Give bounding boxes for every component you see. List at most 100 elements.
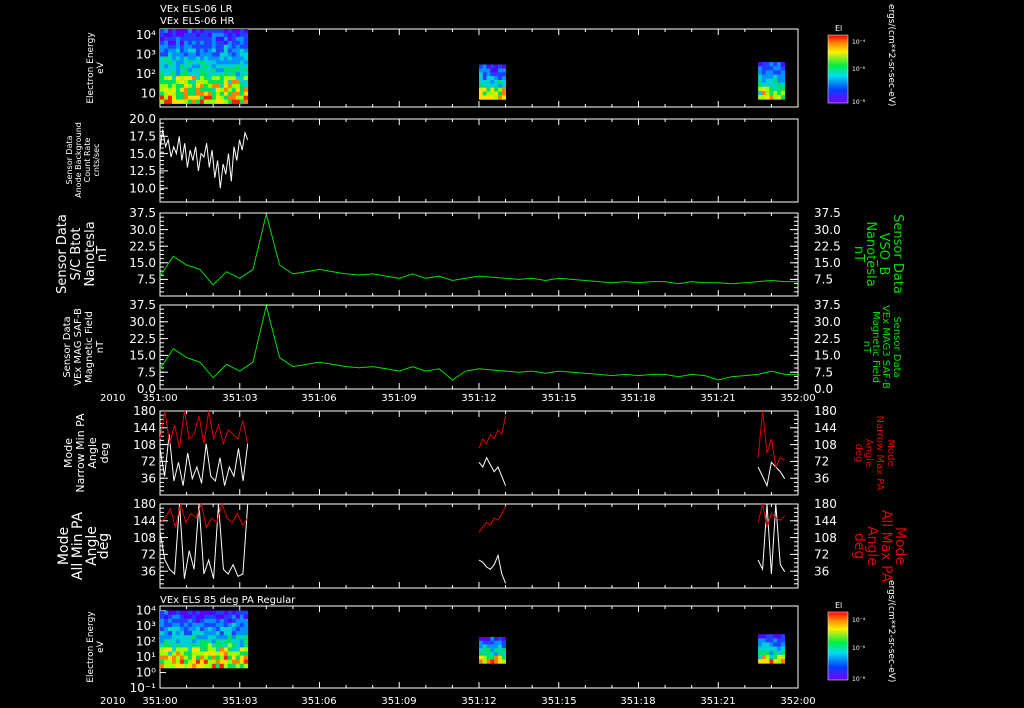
spectrogram-cell xyxy=(175,643,181,648)
spectrogram-cell xyxy=(183,659,189,665)
spectrogram-cell xyxy=(761,78,767,84)
spectrogram-cell xyxy=(219,36,225,42)
spectrogram-cell xyxy=(780,646,786,652)
spectrogram-cell xyxy=(164,36,169,42)
spectrogram-cell xyxy=(191,610,197,616)
spectrogram-cell xyxy=(164,659,169,665)
colorbar-top-tick-3: 10⁻⁸ xyxy=(852,99,866,106)
spectrogram-cell xyxy=(168,36,173,42)
spectrogram-cell xyxy=(227,48,233,53)
spectrogram-cell xyxy=(175,40,181,46)
spectrogram-cell xyxy=(187,83,193,89)
spectrogram-cell xyxy=(187,651,193,656)
spectrogram-cell xyxy=(183,87,189,93)
spectrogram-cell xyxy=(211,663,217,669)
spectrogram-cell xyxy=(175,29,181,34)
spectrogram-cell xyxy=(168,56,173,61)
spectrogram-cell xyxy=(215,32,221,38)
spectrogram-cell xyxy=(183,99,189,104)
y-tick-label: 144 xyxy=(133,514,156,528)
spectrogram-cell xyxy=(191,663,197,669)
spectrogram-cell xyxy=(215,651,221,656)
colorbar-bottom-units: ergs/(cm**2-sr-sec-eV) xyxy=(886,580,896,682)
spectrogram-cell xyxy=(164,655,169,661)
spectrogram-cell xyxy=(172,83,177,89)
spectrogram-cell xyxy=(199,44,205,49)
spectrogram-cell xyxy=(179,48,185,53)
spectrogram-cell xyxy=(183,651,189,656)
spectrogram-cell xyxy=(168,635,173,640)
y-tick-label: 144 xyxy=(133,421,156,435)
spectrogram-cell xyxy=(195,95,201,100)
y-tick-label: 15.0 xyxy=(129,147,156,161)
spectrogram-cell xyxy=(168,614,173,620)
spectrogram-cell xyxy=(172,60,177,65)
spectrogram-cell xyxy=(227,651,233,656)
spectrogram-cell xyxy=(207,635,213,640)
spectrogram-cell xyxy=(486,91,491,96)
spectrogram-cell xyxy=(175,56,181,61)
spectrogram-cell xyxy=(168,32,173,38)
spectrogram-cell xyxy=(175,44,181,49)
spectrogram-cell xyxy=(160,622,165,628)
spectrogram-cell xyxy=(235,639,241,644)
spectrogram-cell xyxy=(183,614,189,620)
spectrogram-cell xyxy=(482,83,487,89)
spectrogram-cell xyxy=(501,644,506,649)
spectrogram-cell xyxy=(168,29,173,34)
spectrogram-cell xyxy=(223,635,229,640)
spectrogram-cell xyxy=(175,655,181,661)
spectrogram-cell xyxy=(179,52,185,57)
y-tick-label: 10¹ xyxy=(136,650,156,664)
time-axis-mid: 351:00 351:03 351:06 351:09 351:12 351:1… xyxy=(142,393,815,404)
time-tick-label: 351:09 xyxy=(381,696,416,707)
y-tick-label-right: 108 xyxy=(814,531,837,545)
time-tick-label: 351:21 xyxy=(700,393,735,404)
spectrogram-cell xyxy=(175,99,181,104)
spectrogram-cell xyxy=(227,627,233,632)
y-tick-label-right: 36 xyxy=(814,564,829,578)
spectrogram-cell xyxy=(761,82,767,88)
y-tick-label-right: 0.0 xyxy=(814,382,833,396)
spectrogram-cell xyxy=(179,627,185,632)
spectrogram-cell xyxy=(172,99,177,104)
spectrogram-cell xyxy=(761,74,767,79)
spectrogram-cell xyxy=(172,651,177,656)
spectrogram-cell xyxy=(179,32,185,38)
spectrogram-cell xyxy=(231,64,237,69)
time-tick-label: 351:03 xyxy=(222,696,257,707)
spectrogram-cell xyxy=(223,651,229,656)
spectrogram-cell xyxy=(175,631,181,636)
spectrogram-cell xyxy=(479,636,484,642)
spectrogram-cell xyxy=(773,91,778,96)
spectrogram-cell xyxy=(243,36,249,42)
spectrogram-cell xyxy=(486,648,491,653)
spectrogram-cell xyxy=(239,99,245,104)
spectrogram-cell xyxy=(183,80,189,85)
svg-text:nT: nT xyxy=(851,246,866,262)
spectrogram-cell xyxy=(227,60,233,65)
time-tick-label: 352:00 xyxy=(780,696,815,707)
spectrogram-cell xyxy=(203,659,209,665)
spectrogram-cell xyxy=(203,60,209,65)
spectrogram-cell xyxy=(490,640,495,645)
spectrogram-cell xyxy=(203,64,209,69)
spectrogram-cell xyxy=(175,60,181,65)
y-tick-label: 10² xyxy=(136,635,156,649)
spectrogram-cell xyxy=(215,76,221,81)
spectrogram-cell xyxy=(777,654,782,660)
spectrogram-cell xyxy=(215,95,221,100)
spectrogram-cell xyxy=(486,95,491,100)
spectrogram-cell xyxy=(227,631,233,636)
spectrogram-cell xyxy=(486,655,491,660)
spectrogram-cell xyxy=(501,659,506,664)
spectrogram-cell xyxy=(160,76,165,81)
spectrogram-cell xyxy=(164,52,169,57)
spectrogram-cell xyxy=(765,78,770,84)
spectrogram-cell xyxy=(223,663,229,669)
spectrogram-cell xyxy=(219,56,225,61)
spectrogram-cell xyxy=(215,614,221,620)
spectrogram-cell xyxy=(195,631,201,636)
spectrogram-cell xyxy=(235,99,241,104)
spectrogram-cell xyxy=(172,52,177,57)
